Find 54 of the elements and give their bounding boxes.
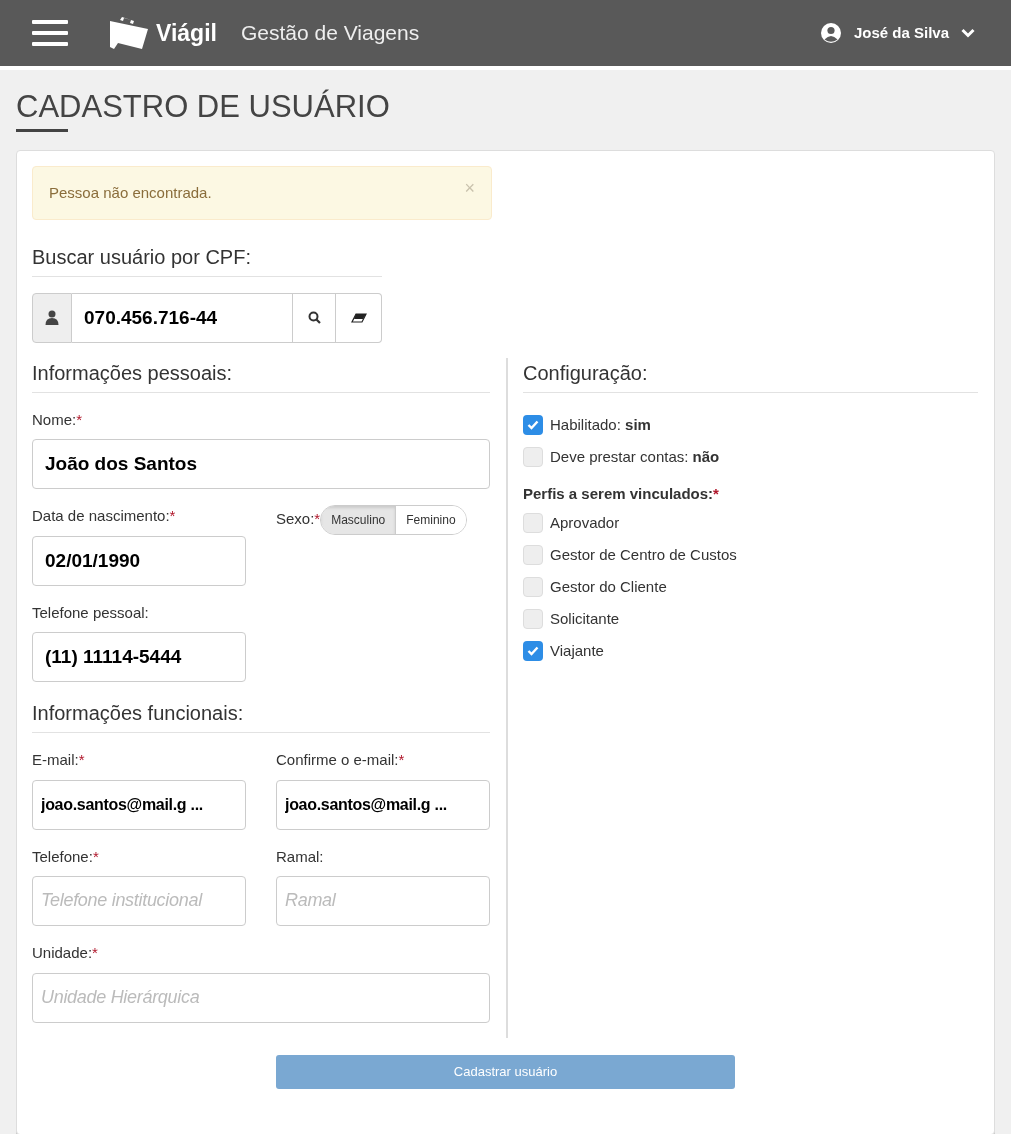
field-label: Telefone pessoal: — [32, 602, 150, 623]
brand-name: Viágil — [156, 18, 217, 48]
search-button[interactable] — [292, 292, 336, 343]
text-field[interactable]: Telefone institucional — [32, 876, 246, 927]
text-field[interactable]: (11) 11114-5444 — [32, 632, 246, 683]
section-title: Informações funcionais: — [32, 701, 245, 727]
field-label: Unidade:* — [32, 943, 99, 964]
section-title: Buscar usuário por CPF: — [32, 244, 252, 270]
field-label: Nome:* — [32, 409, 84, 430]
checkbox[interactable] — [523, 577, 543, 598]
text-field[interactable]: Ramal — [276, 876, 490, 927]
checkbox-label: Gestor de Centro de Custos — [550, 545, 737, 565]
text-field[interactable]: João dos Santos — [32, 439, 490, 490]
checkbox[interactable] — [523, 609, 543, 630]
checkbox-label: Deve prestar contas: não — [550, 446, 720, 467]
search-icon — [307, 311, 321, 325]
check-icon — [527, 419, 539, 430]
page-title: CADASTRO DE USUÁRIO — [16, 88, 390, 126]
field-label: Data de nascimento:* — [32, 506, 177, 527]
sex-toggle-option[interactable]: Feminino — [395, 506, 466, 535]
eraser-icon — [350, 312, 367, 323]
chevron-down-icon — [961, 28, 975, 38]
checkbox[interactable] — [523, 513, 543, 534]
person-icon — [45, 310, 59, 326]
section-title: Informações pessoais: — [32, 360, 234, 386]
checkbox-label: Aprovador — [550, 513, 620, 533]
checkbox-label: Viajante — [550, 641, 604, 661]
text-field[interactable]: joao.santos@mail.g ... — [32, 779, 246, 830]
checkbox[interactable] — [523, 446, 543, 467]
checkbox[interactable] — [523, 641, 543, 662]
checkbox[interactable] — [523, 545, 543, 566]
text-field[interactable]: 02/01/1990 — [32, 535, 246, 586]
field-label: Ramal: — [276, 846, 325, 867]
text-field[interactable]: joao.santos@mail.g ... — [276, 779, 490, 830]
section-title: Configuração: — [523, 360, 649, 386]
sex-toggle-option[interactable]: Masculino — [321, 506, 396, 535]
user-menu[interactable]: José da Silva — [853, 21, 975, 45]
cpf-field[interactable]: 070.456.716-44 — [72, 292, 292, 343]
clear-button[interactable] — [336, 292, 382, 343]
profiles-title: Perfis a serem vinculados:* — [523, 483, 720, 504]
checkbox-label: Habilitado: sim — [550, 414, 651, 435]
menu-icon[interactable] — [32, 18, 68, 48]
text-field[interactable]: Unidade Hierárquica — [32, 972, 490, 1023]
user-icon — [819, 22, 842, 44]
check-icon — [527, 646, 539, 657]
checkbox-label: Gestor do Cliente — [550, 577, 667, 597]
checkbox[interactable] — [523, 414, 543, 435]
field-label: Sexo:* — [276, 509, 321, 530]
app-subtitle: Gestão de Viagens — [240, 20, 420, 47]
alert-message: Pessoa não encontrada. — [49, 182, 212, 203]
field-label: E-mail:* — [32, 750, 86, 771]
field-label: Confirme o e-mail:* — [276, 750, 406, 771]
checkbox-label: Solicitante — [550, 609, 620, 629]
field-label: Telefone:* — [32, 846, 100, 867]
